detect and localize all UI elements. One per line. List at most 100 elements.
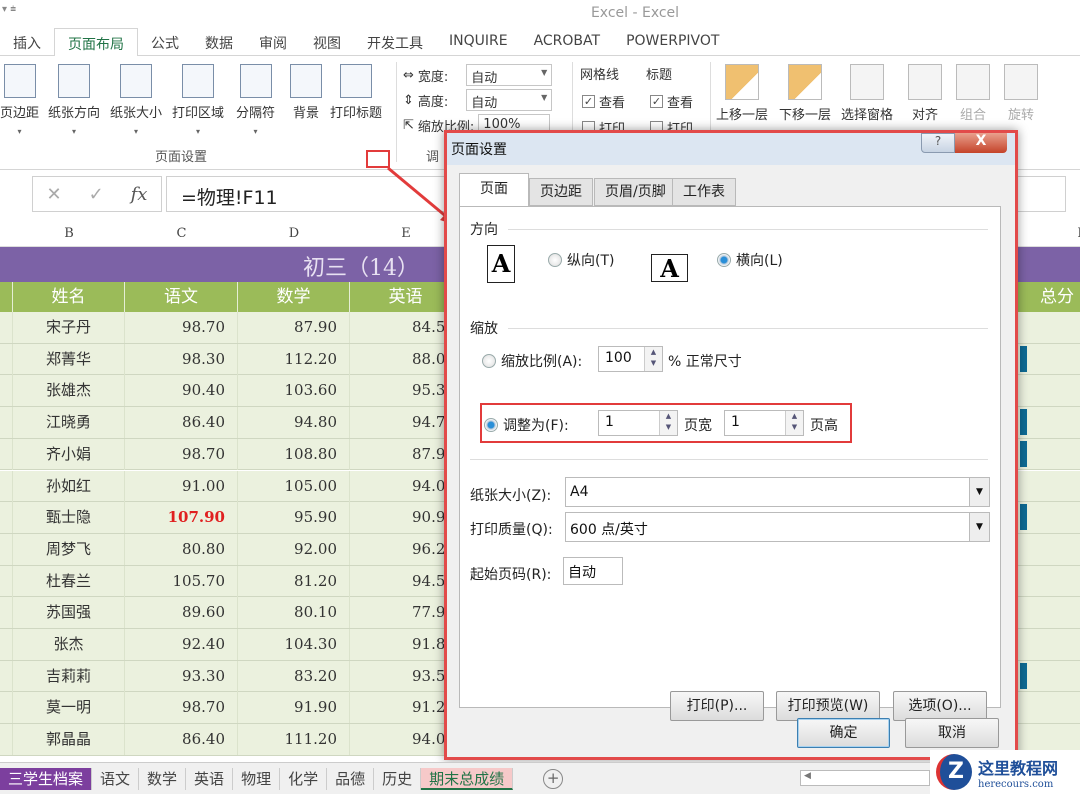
- cell-chinese[interactable]: 80.80: [125, 533, 238, 565]
- sheet-tab[interactable]: 物理: [233, 767, 281, 790]
- cell-chinese[interactable]: 91.00: [125, 470, 238, 502]
- ribbon-tab[interactable]: 开发工具: [354, 28, 436, 56]
- fit-tall-spinner[interactable]: 1 ▲ ▼: [724, 410, 804, 436]
- adjust-to-radio[interactable]: 缩放比例(A):: [482, 351, 582, 371]
- fit-wide-spinner[interactable]: 1 ▲ ▼: [598, 410, 678, 436]
- cell-name[interactable]: 杜春兰: [13, 565, 125, 597]
- horizontal-scrollbar[interactable]: ◀: [800, 770, 930, 786]
- ribbon-tab[interactable]: 审阅: [246, 28, 300, 56]
- cell-name[interactable]: 莫一明: [13, 692, 125, 724]
- add-sheet-icon[interactable]: +: [543, 768, 564, 789]
- tab-margins[interactable]: 页边距: [529, 178, 593, 206]
- cell-name[interactable]: 吉莉莉: [13, 660, 125, 692]
- cell-chinese[interactable]: 98.70: [125, 692, 238, 724]
- ribbon-button[interactable]: 对齐: [908, 64, 942, 123]
- page-setup-dialog-launcher[interactable]: [366, 150, 390, 168]
- ribbon-button[interactable]: 选择窗格: [841, 64, 893, 123]
- tab-sheet[interactable]: 工作表: [672, 178, 736, 206]
- cell-name[interactable]: 宋子丹: [13, 312, 125, 343]
- ribbon-button[interactable]: 打印标题: [330, 64, 382, 121]
- cell-chinese[interactable]: 98.70: [125, 312, 238, 343]
- cell-name[interactable]: 郑菁华: [13, 343, 125, 375]
- ribbon-tab[interactable]: 数据: [192, 28, 246, 56]
- sheet-tab[interactable]: 化学: [280, 767, 328, 790]
- help-button[interactable]: ?: [921, 133, 955, 153]
- cell-name[interactable]: 齐小娟: [13, 438, 125, 470]
- ribbon-tab[interactable]: 插入: [0, 28, 54, 56]
- cell-chinese[interactable]: 98.70: [125, 438, 238, 470]
- ribbon-button[interactable]: 组合: [956, 64, 990, 123]
- cancel-icon[interactable]: ✕: [46, 184, 61, 205]
- print-preview-button[interactable]: 打印预览(W): [776, 691, 880, 721]
- ribbon-button[interactable]: 下移一层: [779, 64, 831, 123]
- cell-chinese[interactable]: 107.90: [125, 502, 238, 534]
- ribbon-tab[interactable]: 页面布局: [54, 28, 138, 57]
- cell-chinese[interactable]: 98.30: [125, 343, 238, 375]
- cell-name[interactable]: 苏国强: [13, 597, 125, 629]
- fit-to-radio[interactable]: 调整为(F):: [484, 415, 569, 435]
- print-quality-select[interactable]: 600 点/英寸 ▼: [565, 512, 990, 542]
- cell-chinese[interactable]: 89.60: [125, 597, 238, 629]
- tab-header-footer[interactable]: 页眉/页脚: [594, 178, 677, 206]
- cell-math[interactable]: 94.80: [238, 407, 350, 439]
- ribbon-tab[interactable]: POWERPIVOT: [613, 28, 732, 56]
- cell-math[interactable]: 92.00: [238, 533, 350, 565]
- cell-name[interactable]: 郭晶晶: [13, 724, 125, 756]
- cell-math[interactable]: 80.10: [238, 597, 350, 629]
- cell-name[interactable]: 张雄杰: [13, 375, 125, 407]
- adjust-to-spinner[interactable]: 100 ▲ ▼: [598, 346, 663, 372]
- ribbon-button[interactable]: 分隔符 ▾: [236, 64, 275, 136]
- ribbon-button[interactable]: 背景: [290, 64, 322, 121]
- column-header-d[interactable]: D: [238, 226, 350, 241]
- cell-chinese[interactable]: 105.70: [125, 565, 238, 597]
- ok-button[interactable]: 确定: [797, 718, 890, 748]
- portrait-radio[interactable]: 纵向(T): [548, 250, 614, 270]
- enter-icon[interactable]: ✓: [89, 184, 104, 205]
- cell-math[interactable]: 112.20: [238, 343, 350, 375]
- sheet-tab[interactable]: 英语: [186, 767, 234, 790]
- cell-name[interactable]: 甄士隐: [13, 502, 125, 534]
- cell-chinese[interactable]: 86.40: [125, 407, 238, 439]
- ribbon-tab[interactable]: ACROBAT: [521, 28, 614, 56]
- column-header-b[interactable]: B: [13, 226, 125, 241]
- sheet-tab[interactable]: 期末总成绩: [421, 767, 514, 790]
- width-select[interactable]: 自动 ▼: [466, 64, 553, 86]
- ribbon-tab[interactable]: INQUIRE: [436, 28, 521, 56]
- cell-math[interactable]: 108.80: [238, 438, 350, 470]
- tab-page[interactable]: 页面: [459, 173, 529, 207]
- first-page-input[interactable]: 自动: [563, 557, 623, 585]
- cell-math[interactable]: 81.20: [238, 565, 350, 597]
- ribbon-button[interactable]: 页边距 ▾: [0, 64, 39, 136]
- close-button[interactable]: X: [955, 133, 1007, 153]
- cell-math[interactable]: 87.90: [238, 312, 350, 343]
- sheet-tab[interactable]: 语文: [92, 767, 140, 790]
- cancel-button[interactable]: 取消: [905, 718, 999, 748]
- cell-math[interactable]: 91.90: [238, 692, 350, 724]
- ribbon-button[interactable]: 打印区域 ▾: [172, 64, 224, 136]
- cell-name[interactable]: 江晓勇: [13, 407, 125, 439]
- cell-math[interactable]: 95.90: [238, 502, 350, 534]
- sheet-tab[interactable]: 历史: [374, 767, 422, 790]
- sheet-tab[interactable]: 数学: [139, 767, 187, 790]
- landscape-radio[interactable]: 横向(L): [717, 250, 783, 270]
- sheet-tab[interactable]: 品德: [327, 767, 375, 790]
- column-header-c[interactable]: C: [125, 226, 238, 241]
- options-button[interactable]: 选项(O)...: [893, 691, 987, 721]
- print-button[interactable]: 打印(P)...: [670, 691, 764, 721]
- headings-view-checkbox[interactable]: ✓ 查看: [650, 92, 693, 111]
- ribbon-tab[interactable]: 视图: [300, 28, 354, 56]
- ribbon-button[interactable]: 上移一层: [716, 64, 768, 123]
- ribbon-tab[interactable]: 公式: [138, 28, 192, 56]
- cell-math[interactable]: 111.20: [238, 724, 350, 756]
- cell-chinese[interactable]: 86.40: [125, 724, 238, 756]
- cell-chinese[interactable]: 92.40: [125, 629, 238, 660]
- cell-math[interactable]: 103.60: [238, 375, 350, 407]
- paper-size-select[interactable]: A4 ▼: [565, 477, 990, 507]
- sheet-tab[interactable]: 三学生档案: [0, 767, 93, 790]
- cell-name[interactable]: 张杰: [13, 629, 125, 660]
- cell-math[interactable]: 104.30: [238, 629, 350, 660]
- insert-function-icon[interactable]: fx: [131, 184, 148, 205]
- cell-chinese[interactable]: 93.30: [125, 660, 238, 692]
- ribbon-button[interactable]: 纸张大小 ▾: [110, 64, 162, 136]
- column-header-i[interactable]: I: [1070, 226, 1080, 241]
